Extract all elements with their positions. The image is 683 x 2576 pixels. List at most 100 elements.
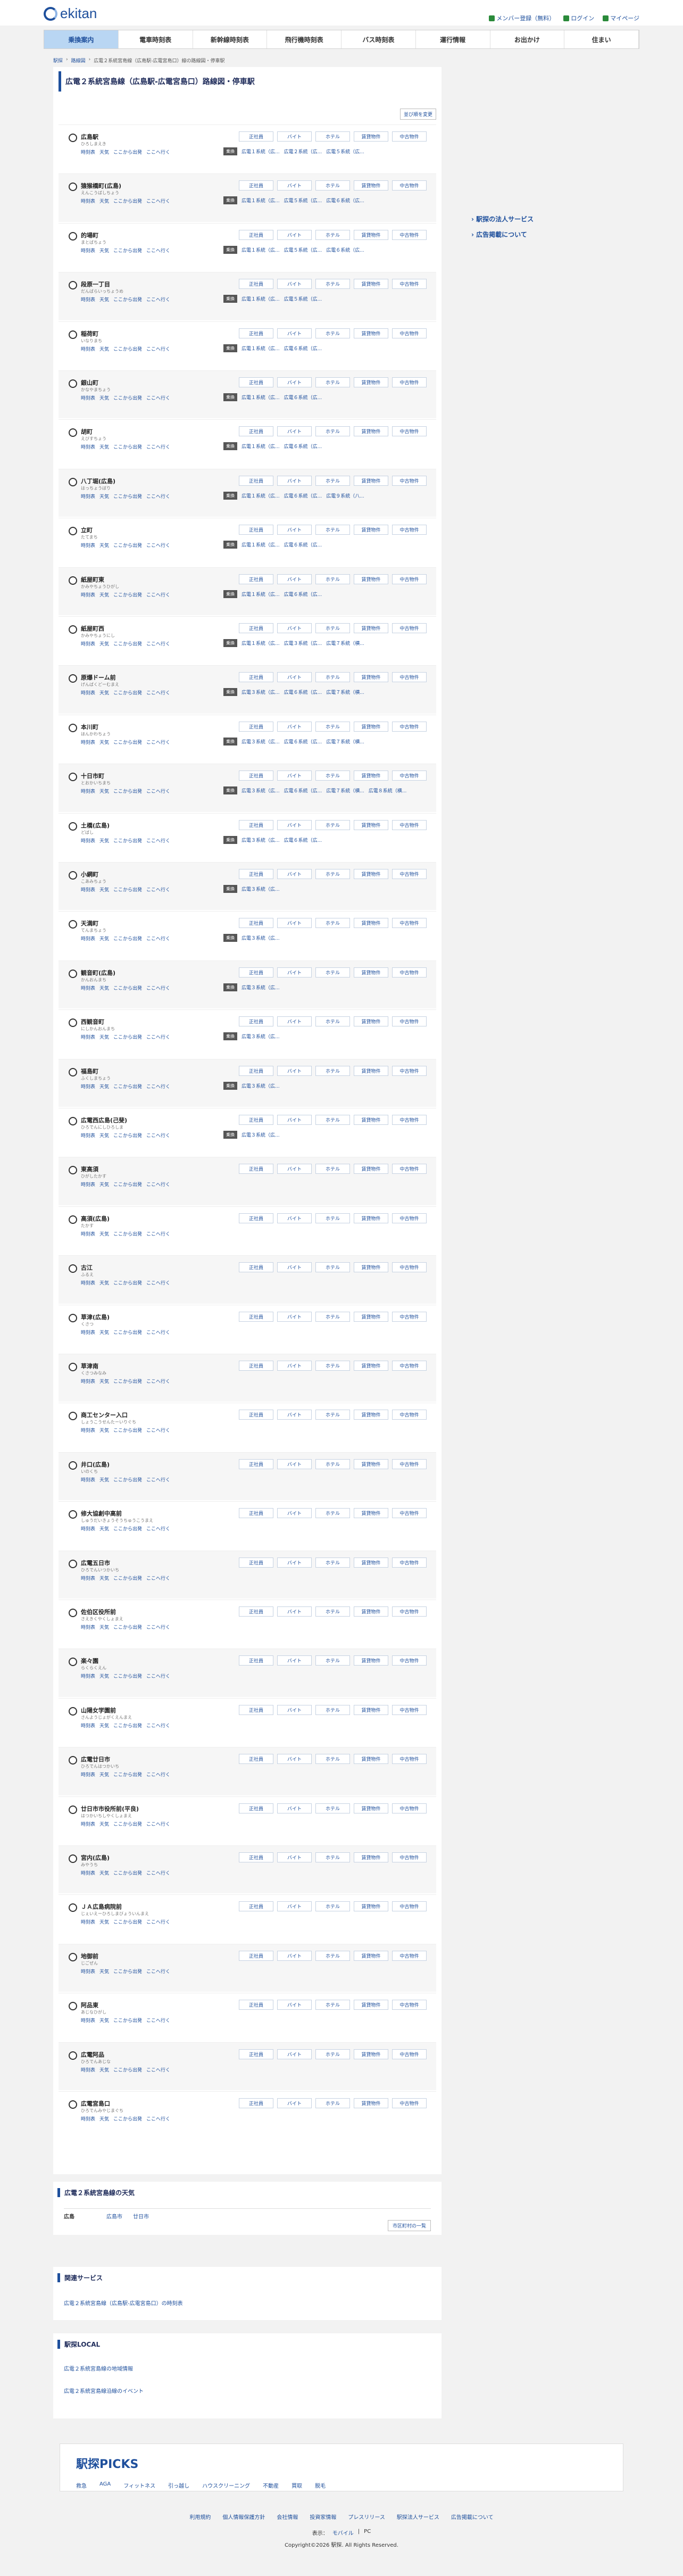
station-radio[interactable] — [69, 576, 77, 585]
station-link[interactable]: ここへ行く — [146, 689, 170, 696]
tag-button[interactable]: バイト — [277, 1852, 312, 1862]
station-link[interactable]: ここへ行く — [146, 640, 170, 647]
station-radio[interactable] — [69, 723, 77, 732]
station-link[interactable]: 時刻表 — [81, 984, 95, 991]
tag-button[interactable]: ホテル — [315, 1164, 350, 1174]
station-link[interactable]: ここから出発 — [113, 886, 142, 893]
station-link[interactable]: 天気 — [99, 394, 109, 401]
tag-button[interactable]: 賃貸物件 — [354, 1950, 388, 1961]
station-link[interactable]: ここへ行く — [146, 1033, 170, 1040]
transfer-line[interactable]: 広電３系統（広... — [241, 787, 280, 794]
tag-button[interactable]: 賃貸物件 — [354, 1852, 388, 1862]
station-radio[interactable] — [69, 1264, 77, 1273]
station-link[interactable]: 天気 — [99, 493, 109, 500]
transfer-line[interactable]: 広電３系統（広... — [241, 984, 280, 991]
tag-button[interactable]: バイト — [277, 967, 312, 978]
tag-button[interactable]: バイト — [277, 2049, 312, 2059]
station-link[interactable]: 天気 — [99, 2017, 109, 2024]
nav-tab[interactable]: 飛行機時刻表 — [267, 30, 342, 48]
station-link[interactable]: 天気 — [99, 1575, 109, 1581]
station-link[interactable]: 時刻表 — [81, 1624, 95, 1630]
station-link[interactable]: ここへ行く — [146, 1525, 170, 1532]
station-radio[interactable] — [69, 1903, 77, 1912]
tag-button[interactable]: バイト — [277, 672, 312, 683]
tag-button[interactable]: バイト — [277, 1508, 312, 1519]
station-link[interactable]: ここから出発 — [113, 296, 142, 303]
tag-button[interactable]: 中古物件 — [392, 475, 427, 486]
transfer-line[interactable]: 広電８系統（横... — [369, 787, 407, 794]
tag-button[interactable]: ホテル — [315, 771, 350, 781]
tag-button[interactable]: バイト — [277, 131, 312, 142]
breadcrumb-item[interactable]: 路線図 — [71, 57, 86, 64]
tag-button[interactable]: 正社員 — [239, 1262, 273, 1273]
tag-button[interactable]: 正社員 — [239, 2049, 273, 2059]
station-link[interactable]: 時刻表 — [81, 640, 95, 647]
station-link[interactable]: 天気 — [99, 197, 109, 204]
station-link[interactable]: ここへ行く — [146, 394, 170, 401]
local-link[interactable]: 広電２系統宮島線沿線のイベント — [64, 2387, 144, 2395]
footer-link[interactable]: 広告掲載について — [451, 2513, 494, 2521]
station-link[interactable]: ここから出発 — [113, 1329, 142, 1336]
station-link[interactable]: 時刻表 — [81, 886, 95, 893]
transfer-line[interactable]: 広電６系統（広... — [326, 246, 364, 253]
station-link[interactable]: ここから出発 — [113, 1771, 142, 1778]
tag-button[interactable]: バイト — [277, 1950, 312, 1961]
picks-item[interactable]: 救急 — [76, 2481, 87, 2489]
tag-button[interactable]: 中古物件 — [392, 1213, 427, 1223]
station-link[interactable]: 時刻表 — [81, 689, 95, 696]
tag-button[interactable]: 賃貸物件 — [354, 1655, 388, 1666]
station-name[interactable]: 広電西広島(己斐) — [81, 1116, 127, 1124]
station-radio[interactable] — [69, 428, 77, 437]
station-radio[interactable] — [69, 1067, 77, 1076]
tag-button[interactable]: 正社員 — [239, 1704, 273, 1715]
tag-button[interactable]: バイト — [277, 574, 312, 584]
station-link[interactable]: 天気 — [99, 1083, 109, 1090]
station-radio[interactable] — [69, 625, 77, 634]
station-link[interactable]: ここへ行く — [146, 1575, 170, 1581]
station-link[interactable]: 天気 — [99, 296, 109, 303]
login-link[interactable]: ログイン — [563, 14, 594, 22]
station-radio[interactable] — [69, 379, 77, 388]
footer-link[interactable]: 個人情報保護方針 — [222, 2513, 265, 2521]
tag-button[interactable]: ホテル — [315, 2000, 350, 2010]
station-link[interactable]: 天気 — [99, 1722, 109, 1729]
tag-button[interactable]: 中古物件 — [392, 2098, 427, 2108]
tag-button[interactable]: 中古物件 — [392, 574, 427, 584]
station-link[interactable]: 時刻表 — [81, 1672, 95, 1679]
station-name[interactable]: 広電阿品 — [81, 2050, 104, 2059]
picks-item[interactable]: 脱毛 — [315, 2481, 326, 2489]
tag-button[interactable]: 正社員 — [239, 1459, 273, 1469]
station-link[interactable]: ここから出発 — [113, 1279, 142, 1286]
transfer-line[interactable]: 広電６系統（広... — [284, 787, 322, 794]
station-link[interactable]: 天気 — [99, 2066, 109, 2073]
station-name[interactable]: 八丁堀(広島) — [81, 477, 115, 485]
transfer-line[interactable]: 広電１系統（広... — [241, 640, 280, 647]
tag-button[interactable]: 中古物件 — [392, 1606, 427, 1617]
tag-button[interactable]: 中古物件 — [392, 1901, 427, 1912]
station-link[interactable]: ここから出発 — [113, 1378, 142, 1385]
picks-item[interactable]: 引っ越し — [168, 2481, 189, 2489]
tag-button[interactable]: 正社員 — [239, 574, 273, 584]
station-radio[interactable] — [69, 1952, 77, 1961]
station-radio[interactable] — [69, 2002, 77, 2011]
station-link[interactable]: ここから出発 — [113, 1672, 142, 1679]
station-radio[interactable] — [69, 1313, 77, 1322]
tag-button[interactable]: 賃貸物件 — [354, 2049, 388, 2059]
footer-link[interactable]: 投資家情報 — [310, 2513, 336, 2521]
tag-button[interactable]: バイト — [277, 1754, 312, 1765]
station-link[interactable]: ここへ行く — [146, 1181, 170, 1188]
station-link[interactable]: 天気 — [99, 739, 109, 746]
tag-button[interactable]: 正社員 — [239, 1115, 273, 1125]
tag-button[interactable]: 賃貸物件 — [354, 1754, 388, 1765]
tag-button[interactable]: 正社員 — [239, 1065, 273, 1076]
station-name[interactable]: ＪＡ広島病院前 — [81, 1902, 122, 1911]
tag-button[interactable]: ホテル — [315, 1262, 350, 1273]
station-radio[interactable] — [69, 920, 77, 929]
station-link[interactable]: ここから出発 — [113, 1181, 142, 1188]
tag-button[interactable]: ホテル — [315, 1065, 350, 1076]
tag-button[interactable]: バイト — [277, 1311, 312, 1322]
tag-button[interactable]: 正社員 — [239, 180, 273, 191]
station-link[interactable]: 天気 — [99, 247, 109, 254]
transfer-line[interactable]: 広電５系統（広... — [284, 197, 322, 204]
station-link[interactable]: ここから出発 — [113, 394, 142, 401]
